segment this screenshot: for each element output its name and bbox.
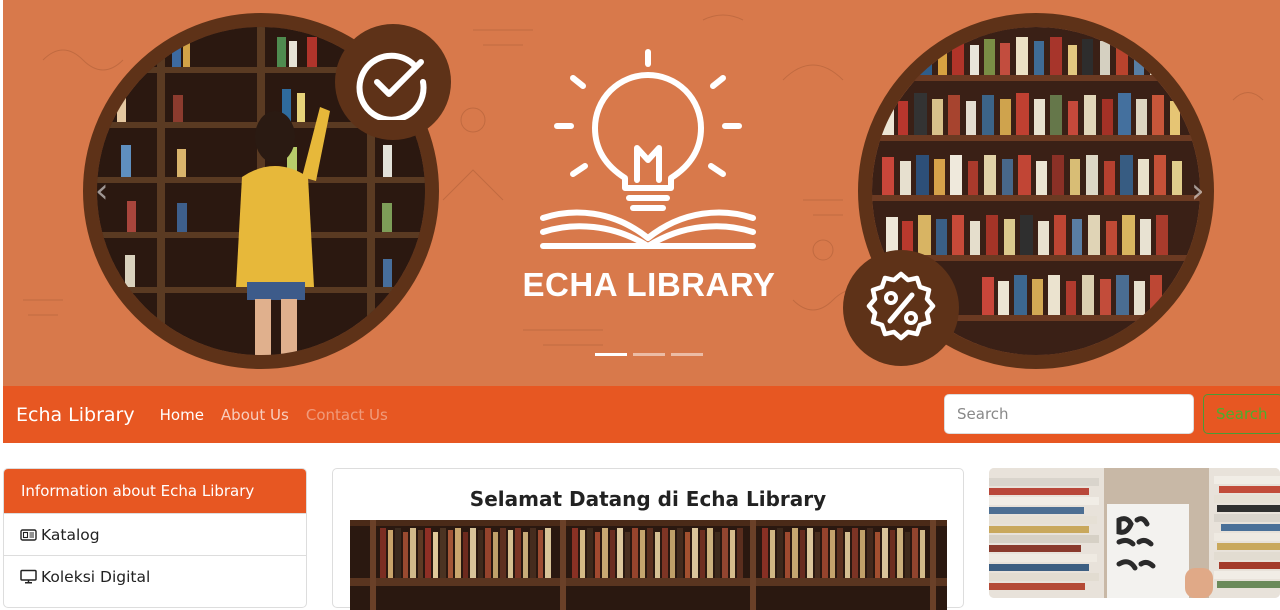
carousel-indicator-2[interactable] — [633, 353, 665, 356]
monitor-icon — [20, 569, 37, 584]
navbar: Echa Library Home About Us Contact Us Se… — [3, 386, 1280, 443]
carousel-indicators — [595, 353, 703, 356]
sidebar-item-katalog[interactable]: Katalog — [4, 513, 306, 555]
carousel-indicator-1[interactable] — [595, 353, 627, 356]
carousel-next-icon[interactable]: › — [1191, 174, 1205, 208]
hero-logo-title: ECHA LIBRARY — [522, 266, 776, 303]
hero-carousel: ‹ › ECHA LIBRARY — [3, 0, 1280, 386]
sidebar-item-label: Katalog — [41, 525, 100, 544]
checkmark-badge-icon — [335, 24, 451, 140]
sidebar-info-card: Information about Echa Library Katalog K… — [3, 468, 307, 608]
carousel-indicator-3[interactable] — [671, 353, 703, 356]
welcome-card: Selamat Datang di Echa Library — [332, 468, 964, 610]
nav-link-about[interactable]: About Us — [221, 406, 289, 424]
search-button[interactable]: Search — [1203, 394, 1280, 434]
lightbulb-book-logo-icon — [540, 49, 756, 249]
sidebar-header: Information about Echa Library — [4, 469, 306, 513]
library-shelves-photo — [350, 520, 947, 610]
catalog-card-icon — [20, 528, 37, 541]
percent-badge-icon — [843, 250, 959, 366]
nav-links: Home About Us Contact Us — [160, 406, 388, 424]
search-input[interactable] — [944, 394, 1194, 434]
welcome-title: Selamat Datang di Echa Library — [469, 487, 827, 511]
carousel-prev-icon[interactable]: ‹ — [95, 174, 109, 208]
book-stack-photo — [989, 468, 1280, 598]
sidebar-item-koleksi-digital[interactable]: Koleksi Digital — [4, 555, 306, 597]
nav-link-contact[interactable]: Contact Us — [306, 406, 388, 424]
navbar-brand[interactable]: Echa Library — [16, 404, 135, 426]
nav-link-home[interactable]: Home — [160, 406, 204, 424]
sidebar-item-label: Koleksi Digital — [41, 567, 151, 586]
